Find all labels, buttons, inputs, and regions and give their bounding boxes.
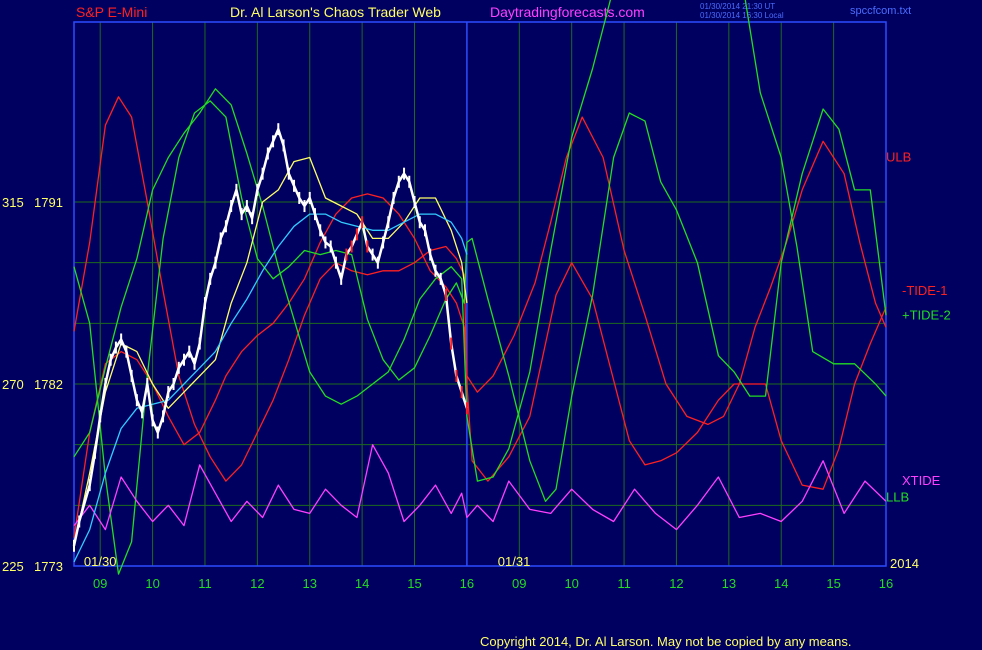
series-price <box>72 127 469 547</box>
y-tick-label-left: 315 <box>2 195 24 210</box>
x-tick-label: 13 <box>722 576 736 591</box>
series-ulb <box>73 96 887 490</box>
x-tick-label: 14 <box>774 576 788 591</box>
series-xtide <box>73 444 887 531</box>
x-tick-label: 10 <box>564 576 578 591</box>
legend-xtide: XTIDE <box>902 473 941 488</box>
y-tick-label-left: 270 <box>2 377 24 392</box>
x-tick-label: 12 <box>250 576 264 591</box>
series--tide-1 <box>73 116 887 538</box>
legend--tide-1: -TIDE-1 <box>902 283 948 298</box>
legend-ulb: ULB <box>886 150 911 165</box>
x-tick-label: 11 <box>617 576 631 591</box>
x-tick-label: 12 <box>669 576 683 591</box>
x-tick-label: 15 <box>407 576 421 591</box>
series--tide-2 <box>73 0 887 482</box>
legend-llb: LLB <box>886 489 909 504</box>
x-tick-label: 10 <box>145 576 159 591</box>
x-tick-label: 14 <box>355 576 369 591</box>
copyright-text: Copyright 2014, Dr. Al Larson. May not b… <box>480 634 852 649</box>
x-tick-label: 16 <box>460 576 474 591</box>
x-tick-label: 11 <box>198 576 212 591</box>
chart-area: 09 10 11 12 13 14 15 16 09 10 11 12 13 14 15 16 01/30 01/… <box>2 0 951 591</box>
series-fast-ma <box>73 156 468 546</box>
legend--tide-2: +TIDE-2 <box>902 307 951 322</box>
y-tick-label-right: 1773 <box>34 559 63 574</box>
x-tick-label: 09 <box>93 576 107 591</box>
x-tick-label: 09 <box>512 576 526 591</box>
year-label: 2014 <box>890 556 919 571</box>
x-tick-label: 13 <box>303 576 317 591</box>
x-tick-label: 15 <box>826 576 840 591</box>
y-tick-label-right: 1782 <box>34 377 63 392</box>
x-tick-label: 16 <box>879 576 893 591</box>
y-tick-label-left: 225 <box>2 559 24 574</box>
date-label: 01/30 <box>84 554 117 569</box>
y-tick-label-right: 1791 <box>34 195 63 210</box>
series-llb <box>73 100 887 575</box>
date-label: 01/31 <box>498 554 531 569</box>
